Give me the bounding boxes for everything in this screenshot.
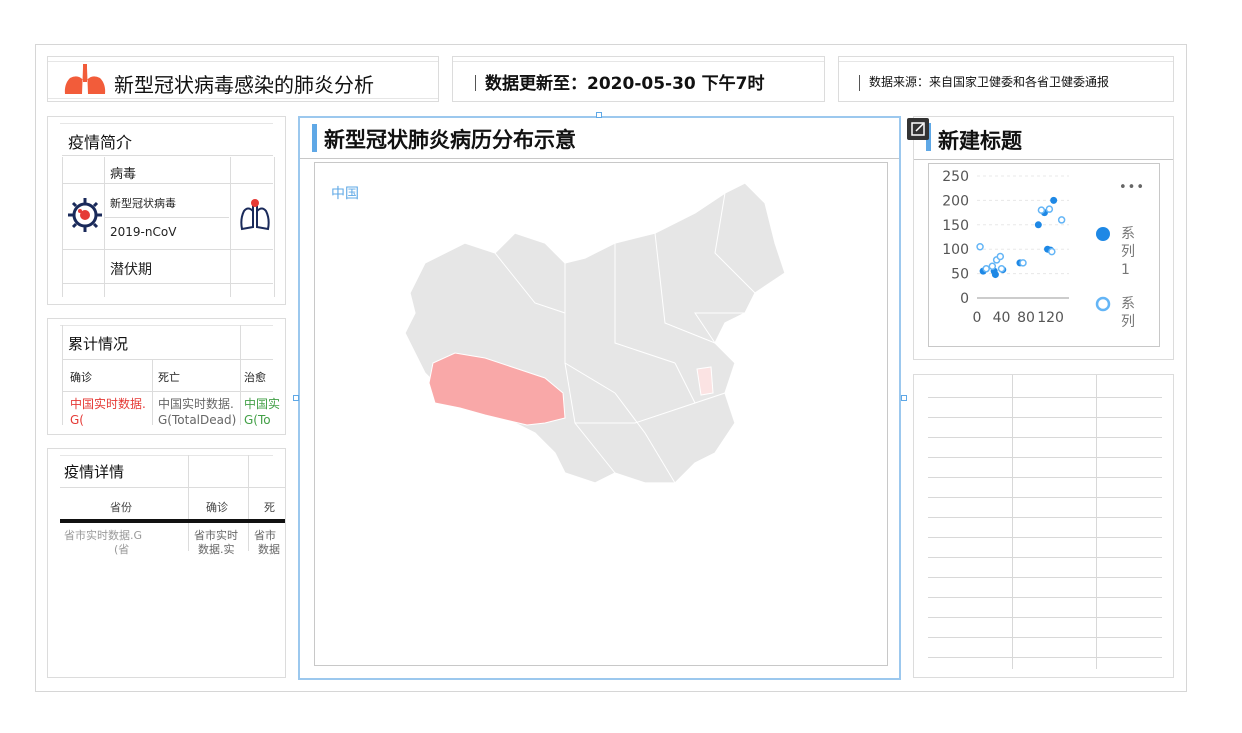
table-row-line	[928, 557, 1162, 558]
table-row-line	[928, 497, 1162, 498]
details-panel[interactable]: 疫情详情 省份 确诊 死 省市实时数据.G (省 省市实时 数据.实 省市 数据	[47, 448, 286, 678]
map-panel[interactable]: 新型冠状肺炎病历分布示意 中国	[298, 116, 901, 680]
resize-handle-left[interactable]	[293, 395, 299, 401]
scatter-point-series-2	[997, 264, 1006, 273]
totals-title: 累计情况	[68, 335, 129, 353]
legend-marker-series-2	[1095, 296, 1111, 312]
virus-label: 病毒	[110, 167, 137, 182]
y-tick-label: 200	[942, 193, 969, 209]
details-title: 疫情详情	[64, 463, 125, 481]
source-label: 数据来源：来自国家卫健委和各省卫健委通报	[869, 75, 1110, 89]
cell-cured: 中国实	[244, 397, 281, 411]
intro-panel[interactable]: 疫情简介 病毒 新型冠状病毒 2019-nCoV 潜伏期	[47, 116, 286, 305]
scatter-chart-area[interactable]: 250 200 150 100 50 0 0 40 80 120 系列 1 系列 •••	[928, 163, 1160, 347]
map-title-accent	[312, 124, 317, 152]
col-province: 省份	[110, 501, 132, 514]
scatter-point-series-1	[1050, 196, 1058, 204]
cell-death-detail-2: 数据	[258, 543, 280, 556]
virus-name: 新型冠状病毒	[110, 197, 176, 210]
col-death: 死亡	[158, 371, 180, 384]
scatter-point-series-2	[1045, 205, 1054, 213]
scatter-point-series-2	[982, 264, 990, 273]
scatter-point-series-2	[996, 252, 1005, 261]
table-row-line	[928, 577, 1162, 578]
map-china-mainland	[404, 182, 786, 484]
virus-code: 2019-nCoV	[110, 225, 177, 239]
china-map[interactable]	[315, 163, 889, 667]
table-row-line	[928, 637, 1162, 638]
edit-icon[interactable]	[907, 118, 929, 140]
table-row-line	[928, 417, 1162, 418]
lungs-outline-icon	[240, 199, 270, 231]
virus-icon	[68, 198, 102, 232]
y-tick-label: 50	[951, 267, 969, 283]
col-death-detail: 死	[264, 501, 275, 514]
totals-panel[interactable]: 累计情况 确诊 死亡 治愈 中国实时数据. G( 中国实时数据. G(Total…	[47, 318, 286, 435]
col-confirmed: 确诊	[70, 371, 92, 384]
table-row-line	[928, 597, 1162, 598]
legend-label-series-2: 系	[1121, 296, 1135, 312]
cell-province: 省市实时数据.G	[64, 529, 143, 542]
cell-death: 中国实时数据.	[158, 397, 234, 411]
legend-label-series-2: 列	[1121, 314, 1135, 330]
table-row-line	[928, 657, 1162, 658]
resize-handle-top[interactable]	[596, 112, 602, 118]
table-column-line	[1096, 375, 1097, 669]
legend-label-series-1: 列	[1121, 244, 1135, 260]
header-update-card[interactable]: 数据更新至：2020-05-30 下午7时	[452, 56, 825, 102]
table-row-line	[928, 537, 1162, 538]
legend-label-series-1: 系	[1121, 226, 1135, 242]
table-column-line	[1012, 375, 1013, 669]
col-confirmed-detail: 确诊	[206, 501, 228, 514]
update-label: 数据更新至：2020-05-30 下午7时	[485, 74, 765, 94]
map-area[interactable]: 中国	[314, 162, 888, 666]
scatter-point-series-2	[1057, 216, 1066, 224]
scatter-point-series-2	[1037, 206, 1046, 214]
empty-table-panel[interactable]	[913, 374, 1174, 678]
lungs-icon	[64, 64, 106, 94]
y-tick-label: 250	[942, 169, 969, 185]
scatter-point-series-2	[976, 243, 984, 251]
header-title-card[interactable]: 新型冠状病毒感染的肺炎分析	[47, 56, 439, 102]
y-tick-label: 150	[942, 218, 969, 234]
scatter-panel[interactable]: 新建标题 250 200 150 100 50 0 0 40 80 120 系列 1 系列 •••	[913, 116, 1174, 360]
table-row-line	[928, 437, 1162, 438]
table-row-line	[928, 397, 1162, 398]
x-tick-label: 0	[973, 310, 982, 326]
x-tick-label: 120	[1037, 310, 1064, 326]
cell-cured-2: G(To	[244, 413, 271, 427]
map-title: 新型冠状肺炎病历分布示意	[324, 128, 576, 152]
cell-confirmed-2: G(	[70, 413, 84, 427]
scatter-point-series-2	[988, 262, 997, 271]
incubation-label: 潜伏期	[110, 262, 152, 278]
cell-death-2: G(TotalDead)	[158, 413, 237, 427]
legend-marker-series-1	[1096, 227, 1110, 241]
x-tick-label: 80	[1017, 310, 1035, 326]
table-row-line	[928, 477, 1162, 478]
legend-label-series-1: 1	[1121, 262, 1130, 278]
empty-table-grid	[928, 375, 1162, 669]
intro-title: 疫情简介	[68, 133, 133, 152]
more-options-icon[interactable]: •••	[1119, 180, 1145, 195]
scatter-point-series-1	[1034, 221, 1042, 229]
table-row-line	[928, 517, 1162, 518]
table-row-line	[928, 457, 1162, 458]
y-tick-label: 100	[942, 242, 969, 258]
scatter-point-series-2	[1019, 259, 1027, 267]
cell-province-2: (省	[114, 543, 130, 556]
resize-handle-right[interactable]	[901, 395, 907, 401]
cell-confirmed: 中国实时数据.	[70, 397, 146, 411]
scatter-point-series-2	[1048, 247, 1056, 256]
header-source-card[interactable]: 数据来源：来自国家卫健委和各省卫健委通报	[838, 56, 1174, 102]
app-title: 新型冠状病毒感染的肺炎分析	[114, 73, 374, 97]
x-tick-label: 40	[993, 310, 1011, 326]
scatter-point-series-1	[991, 271, 999, 279]
scatter-title: 新建标题	[938, 129, 1022, 153]
table-row-line	[928, 617, 1162, 618]
cell-confirmed-detail-2: 数据.实	[198, 543, 235, 556]
col-cured: 治愈	[244, 371, 266, 384]
y-tick-label: 0	[960, 291, 969, 307]
